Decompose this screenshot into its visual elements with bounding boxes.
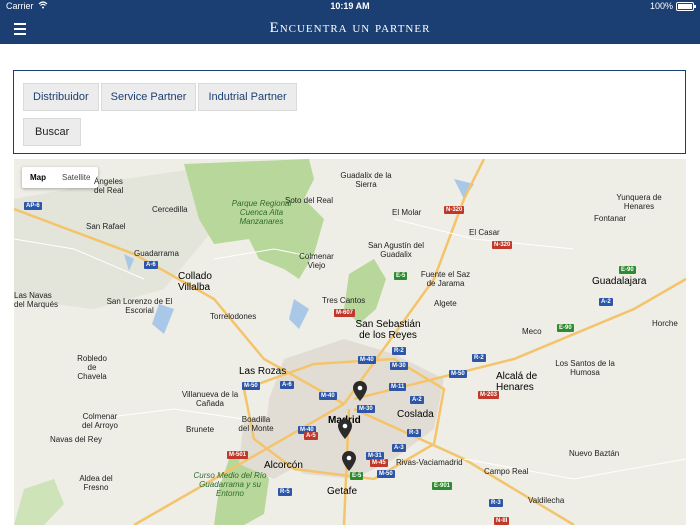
map-label-guadalix: Guadalix de la Sierra xyxy=(340,171,392,189)
partner-pin-icon[interactable] xyxy=(342,451,356,471)
map-label-guadalajara: Guadalajara xyxy=(592,276,647,287)
map-label-nuevo-baztan: Nuevo Baztán xyxy=(569,449,620,458)
map-label-robledo: Robledo de Chavela xyxy=(77,354,107,381)
road-shield: M-203 xyxy=(478,391,500,399)
map-label-park-guadarrama: Curso Medio del Río Guadarrama y su Ento… xyxy=(193,471,267,498)
road-shield: E-90 xyxy=(557,324,574,332)
status-right: 100% xyxy=(649,1,696,11)
map-label-guadarrama: Guadarrama xyxy=(134,249,179,258)
page-title: Encuentra un partner xyxy=(269,20,431,36)
tab-service-partner[interactable]: Service Partner xyxy=(100,83,197,111)
road-shield: R-3 xyxy=(407,429,421,437)
road-shield: M-30 xyxy=(357,405,375,413)
map-label-los-santos: Los Santos de la Humosa xyxy=(555,359,615,377)
map-label-villanueva: Villanueva de la Cañada xyxy=(181,390,239,408)
road-shield: R-5 xyxy=(278,488,292,496)
map-label-navas-del-rey: Navas del Rey xyxy=(50,435,103,444)
filter-panel: Distribuidor Service Partner Indutrial P… xyxy=(13,70,686,154)
road-shield: M-40 xyxy=(319,392,337,400)
road-shield: N-III xyxy=(494,517,510,525)
map-label-coslada: Coslada xyxy=(397,409,434,420)
road-shield: M-50 xyxy=(242,382,260,390)
road-shield: R-2 xyxy=(392,347,406,355)
map-label-alcorcon: Alcorcón xyxy=(264,460,303,471)
partner-pin-icon[interactable] xyxy=(338,419,352,439)
map-label-las-navas: Las Navas del Marqués xyxy=(14,291,59,309)
map-label-campo-real: Campo Real xyxy=(484,467,529,476)
map-label-san-lorenzo: San Lorenzo de El Escorial xyxy=(106,297,173,315)
battery-percent: 100% xyxy=(649,1,673,11)
road-shield: R-2 xyxy=(472,354,486,362)
map-label-torrelodones: Torrelodones xyxy=(210,312,257,321)
map-view[interactable]: Map Satellite Ángeles del Real Guadalix … xyxy=(14,159,686,525)
map-label-meco: Meco xyxy=(522,327,542,336)
road-shield: A-6 xyxy=(144,261,158,269)
road-shield: N-320 xyxy=(444,206,465,214)
map-label-colmenar-arroyo: Colmenar del Arroyo xyxy=(81,412,119,430)
road-shield: A-2 xyxy=(410,396,424,404)
road-shield: A-6 xyxy=(280,381,294,389)
map-label-fuente-el-saz: Fuente el Saz de Jarama xyxy=(420,270,471,288)
map-type-map-button[interactable]: Map xyxy=(22,167,54,188)
map-label-las-rozas: Las Rozas xyxy=(239,366,287,377)
tab-distribuidor[interactable]: Distribuidor xyxy=(23,83,99,111)
tab-industrial-partner[interactable]: Indutrial Partner xyxy=(198,83,297,111)
map-label-park-manzanares: Parque Regional Cuenca Alta Manzanares xyxy=(231,199,292,226)
road-shield: N-320 xyxy=(492,241,513,249)
map-label-rivas: Rivas-Vaciamadrid xyxy=(396,458,463,467)
road-shield: A-3 xyxy=(392,444,406,452)
map-label-tres-cantos: Tres Cantos xyxy=(322,296,366,305)
road-shield: E-5 xyxy=(394,272,408,280)
road-shield: M-50 xyxy=(449,370,467,378)
map-label-collado-villalba: Collado Villalba xyxy=(178,271,212,293)
road-shield: M-45 xyxy=(370,459,388,467)
battery-icon xyxy=(676,1,696,11)
map-label-san-sebastian: San Sebastián de los Reyes xyxy=(355,319,421,341)
map-label-algete: Algete xyxy=(434,299,457,308)
partner-pin-icon[interactable] xyxy=(353,381,367,401)
road-shield: M-501 xyxy=(227,451,249,459)
map-label-cercedilla: Cercedilla xyxy=(152,205,188,214)
map-label-san-agustin: San Agustín del Guadalix xyxy=(367,241,425,259)
map-label-yunquera: Yunquera de Henares xyxy=(616,193,662,211)
header-bar: Encuentra un partner xyxy=(0,14,700,44)
map-label-valdilecha: Valdilecha xyxy=(528,496,565,505)
search-button[interactable]: Buscar xyxy=(23,118,82,146)
road-shield: R-3 xyxy=(489,499,503,507)
map-label-alcala: Alcalá de Henares xyxy=(496,371,538,393)
map-label-el-casar: El Casar xyxy=(469,228,500,237)
partner-type-tabs: Distribuidor Service Partner Indutrial P… xyxy=(23,83,299,111)
road-shield: M-11 xyxy=(389,383,407,391)
road-shield: A-2 xyxy=(599,298,613,306)
road-shield: E-901 xyxy=(432,482,453,490)
road-shield: M-30 xyxy=(390,362,408,370)
road-shield: E-5 xyxy=(350,472,364,480)
map-label-horche: Horche xyxy=(652,319,678,328)
map-label-brunete: Brunete xyxy=(186,425,215,434)
map-label-el-molar: El Molar xyxy=(392,208,422,217)
map-label-san-rafael: San Rafael xyxy=(86,222,126,231)
road-shield: M-50 xyxy=(377,470,395,478)
map-label-angeles: Ángeles xyxy=(94,177,123,186)
status-bar: Carrier 10:19 AM 100% xyxy=(0,0,700,14)
road-shield: M-607 xyxy=(334,309,356,317)
map-label-fontanar: Fontanar xyxy=(594,214,627,223)
map-label-getafe: Getafe xyxy=(327,486,358,497)
map-label-aldea-fresno: Aldea del Fresno xyxy=(79,474,113,492)
map-label-colmenar-viejo: Colmenar Viejo xyxy=(299,252,334,270)
road-shield: AP-6 xyxy=(24,202,42,210)
map-label-del-real: del Real xyxy=(94,186,124,195)
status-time: 10:19 AM xyxy=(330,1,370,11)
road-shield: E-90 xyxy=(619,266,636,274)
map-type-toggle: Map Satellite xyxy=(22,167,99,188)
road-shield: M-40 xyxy=(358,356,376,364)
road-shield: A-5 xyxy=(304,432,318,440)
map-label-boadilla: Boadilla del Monte xyxy=(238,415,274,433)
map-type-satellite-button[interactable]: Satellite xyxy=(54,167,98,188)
